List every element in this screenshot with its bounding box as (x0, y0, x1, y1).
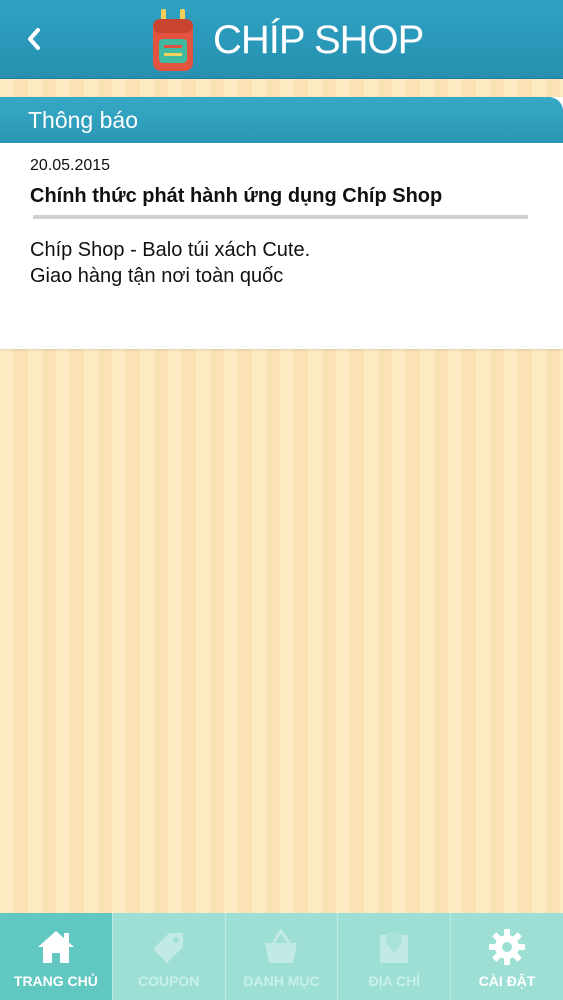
gear-icon (485, 925, 529, 969)
map-icon (372, 925, 416, 969)
tag-icon (147, 925, 191, 969)
notification-panel: Thông báo 20.05.2015 Chính thức phát hàn… (0, 97, 563, 349)
brand-title: CHÍP SHOP (213, 18, 424, 62)
back-button[interactable] (14, 20, 54, 58)
bottom-tab-bar: TRANG CHỦ COUPON DANH MỤC ĐỊA CHỈ CÀI ĐẶ… (0, 913, 563, 1000)
tab-coupon-label: COUPON (137, 973, 200, 989)
chevron-left-icon (28, 28, 40, 50)
panel-header: Thông báo (0, 97, 563, 143)
tab-home[interactable]: TRANG CHỦ (0, 913, 113, 1000)
tab-settings-label: CÀI ĐẶT (478, 973, 536, 989)
panel-title: Thông báo (28, 107, 138, 133)
notice-title[interactable]: Chính thức phát hành ứng dụng Chíp Shop (30, 185, 442, 208)
notice-body-line-2: Giao hàng tận nơi toàn quốc (30, 265, 284, 287)
notice-body-line-1: Chíp Shop - Balo túi xách Cute. (30, 239, 311, 261)
tab-home-label: TRANG CHỦ (13, 973, 98, 989)
tab-categories[interactable]: DANH MỤC (225, 913, 339, 1000)
tab-coupon[interactable]: COUPON (112, 913, 226, 1000)
backpack-icon (150, 9, 196, 73)
tab-settings[interactable]: CÀI ĐẶT (451, 913, 563, 1000)
notice-body: Chíp Shop - Balo túi xách Cute. Giao hàng… (30, 237, 310, 289)
tab-address[interactable]: ĐỊA CHỈ (338, 913, 452, 1000)
home-icon (34, 925, 78, 969)
notice-date: 20.05.2015 (30, 157, 111, 174)
tab-address-label: ĐỊA CHỈ (368, 973, 421, 989)
tab-categories-label: DANH MỤC (243, 973, 320, 989)
basket-icon (259, 925, 303, 969)
app-header: CHÍP SHOP (0, 0, 563, 79)
divider (33, 215, 528, 219)
